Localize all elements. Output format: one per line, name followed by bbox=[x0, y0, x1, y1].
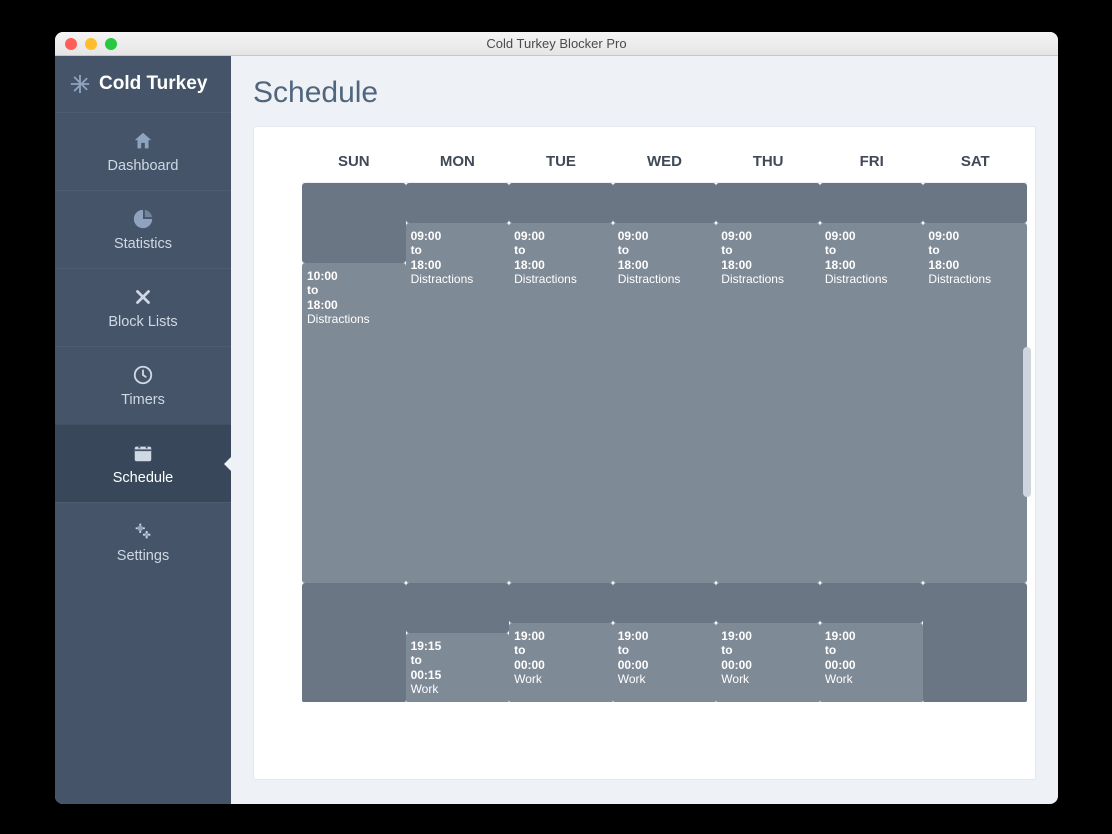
day-header-wed: WED bbox=[613, 145, 717, 182]
sidebar-item-label: Timers bbox=[121, 392, 165, 408]
schedule-event[interactable]: 09:00to18:00Distractions bbox=[613, 223, 717, 583]
sidebar-item-statistics[interactable]: Statistics bbox=[55, 190, 231, 268]
schedule-gap bbox=[406, 183, 510, 223]
home-icon bbox=[132, 130, 154, 152]
gears-icon bbox=[132, 520, 154, 542]
schedule-event[interactable]: 09:00to18:00Distractions bbox=[820, 223, 924, 583]
calendar-grid[interactable]: 08:0009:0010:0011:0012:0013:0014:0015:00… bbox=[302, 182, 1027, 702]
schedule-gap bbox=[613, 583, 717, 623]
sidebar-item-label: Block Lists bbox=[108, 314, 177, 330]
scrollbar-thumb[interactable] bbox=[1023, 347, 1031, 497]
schedule-event[interactable]: 19:00to00:00Work bbox=[613, 623, 717, 702]
app-window: Cold Turkey Blocker Pro Cold Turkey Dash… bbox=[55, 32, 1058, 804]
schedule-event[interactable]: 09:00to18:00Distractions bbox=[716, 223, 820, 583]
sidebar-item-settings[interactable]: Settings bbox=[55, 502, 231, 580]
schedule-event[interactable]: 19:00to00:00Work bbox=[820, 623, 924, 702]
sidebar-item-label: Schedule bbox=[113, 470, 173, 486]
schedule-gap bbox=[406, 583, 510, 633]
schedule-event[interactable]: 09:00to18:00Distractions bbox=[406, 223, 510, 583]
day-header-sun: SUN bbox=[302, 145, 406, 182]
schedule-gap bbox=[820, 183, 924, 223]
main: Schedule SUNMONTUEWEDTHUFRISAT 08:0009:0… bbox=[231, 56, 1058, 804]
schedule-gap bbox=[509, 183, 613, 223]
sidebar-item-schedule[interactable]: Schedule bbox=[55, 424, 231, 502]
sidebar: Cold Turkey Dashboard Statistics Block Lis… bbox=[55, 56, 231, 804]
day-header-tue: TUE bbox=[509, 145, 613, 182]
schedule-event[interactable]: 19:15to00:15Work bbox=[406, 633, 510, 702]
brand: Cold Turkey bbox=[55, 56, 231, 112]
day-header-mon: MON bbox=[406, 145, 510, 182]
titlebar: Cold Turkey Blocker Pro bbox=[55, 32, 1058, 56]
window-title: Cold Turkey Blocker Pro bbox=[55, 36, 1058, 51]
day-header-fri: FRI bbox=[820, 145, 924, 182]
day-header-sat: SAT bbox=[923, 145, 1027, 182]
pie-icon bbox=[132, 208, 154, 230]
schedule-gap bbox=[716, 183, 820, 223]
x-icon bbox=[132, 286, 154, 308]
schedule-gap bbox=[923, 183, 1027, 223]
schedule-event[interactable]: 19:00to00:00Work bbox=[716, 623, 820, 702]
sidebar-item-dashboard[interactable]: Dashboard bbox=[55, 112, 231, 190]
schedule-gap bbox=[509, 583, 613, 623]
calendar-panel: SUNMONTUEWEDTHUFRISAT 08:0009:0010:0011:… bbox=[253, 126, 1036, 780]
day-header-thu: THU bbox=[716, 145, 820, 182]
schedule-event[interactable]: 09:00to18:00Distractions bbox=[923, 223, 1027, 583]
calendar-header-row: SUNMONTUEWEDTHUFRISAT bbox=[302, 145, 1027, 182]
schedule-gap bbox=[302, 183, 406, 263]
sidebar-item-blocklists[interactable]: Block Lists bbox=[55, 268, 231, 346]
schedule-gap bbox=[613, 183, 717, 223]
schedule-event[interactable]: 09:00to18:00Distractions bbox=[509, 223, 613, 583]
schedule-event[interactable]: 10:00to18:00Distractions bbox=[302, 263, 406, 583]
sidebar-item-label: Statistics bbox=[114, 236, 172, 252]
clock-icon bbox=[132, 364, 154, 386]
page-title: Schedule bbox=[253, 76, 1036, 110]
sidebar-item-label: Dashboard bbox=[108, 158, 179, 174]
schedule-gap bbox=[302, 583, 406, 702]
brand-text: Cold Turkey bbox=[99, 73, 207, 95]
schedule-gap bbox=[820, 583, 924, 623]
sidebar-item-label: Settings bbox=[117, 548, 169, 564]
schedule-event[interactable]: 19:00to00:00Work bbox=[509, 623, 613, 702]
schedule-gap bbox=[716, 583, 820, 623]
snowflake-icon bbox=[69, 73, 91, 95]
schedule-gap bbox=[923, 583, 1027, 702]
calendar-icon bbox=[132, 442, 154, 464]
sidebar-item-timers[interactable]: Timers bbox=[55, 346, 231, 424]
